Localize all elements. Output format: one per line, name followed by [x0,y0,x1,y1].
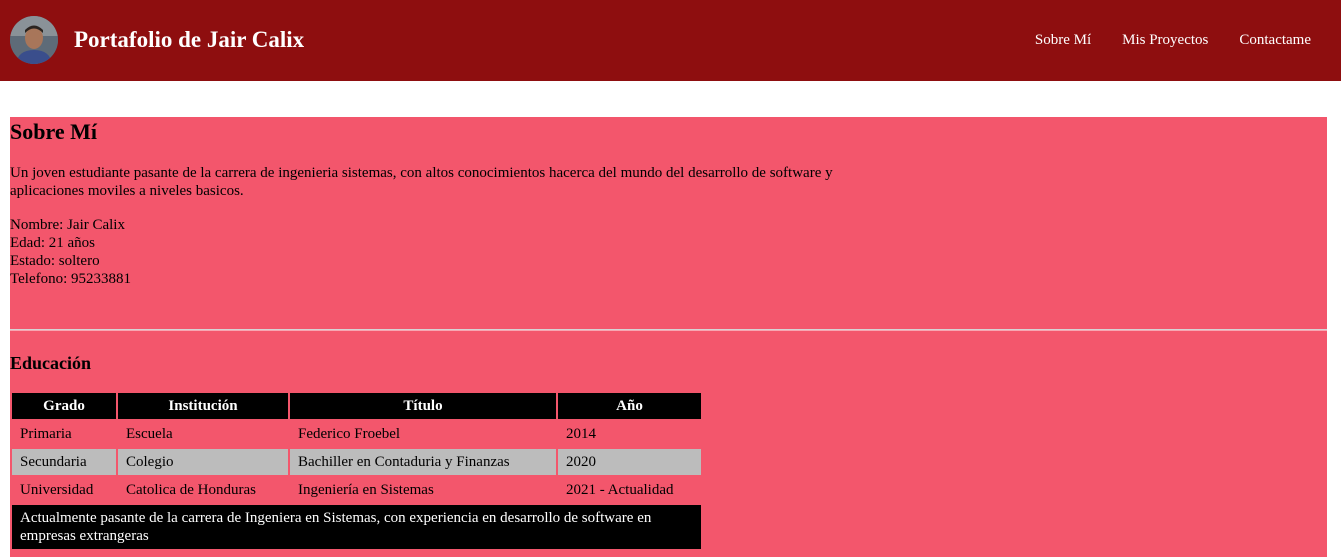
main-nav: Sobre Mí Mis Proyectos Contactame [1004,30,1311,50]
nav-link-contactame[interactable]: Contactame [1239,30,1311,50]
nav-link-mis-proyectos[interactable]: Mis Proyectos [1122,30,1208,50]
info-status: Estado: soltero [10,253,100,269]
avatar [10,16,58,64]
info-age: Edad: 21 años [10,235,95,251]
column-header-institucion: Institución [118,393,288,419]
table-cell: Universidad [20,481,94,498]
education-note: Actualmente pasante de la carrera de Ing… [12,505,701,549]
personal-info: Nombre: Jair Calix Edad: 21 años Estado:… [10,216,131,288]
about-title: Sobre Mí [10,119,97,144]
table-cell: 2020 [558,449,701,475]
table-cell: 2014 [566,425,596,442]
table-note-row: Actualmente pasante de la carrera de Ing… [12,505,701,549]
info-name: Nombre: Jair Calix [10,217,125,233]
site-header: Portafolio de Jair Calix Sobre Mí Mis Pr… [0,0,1341,81]
table-header-row: Grado Institución Título Año [12,393,701,419]
table-cell: Ingeniería en Sistemas [298,481,434,498]
education-table: Grado Institución Título Año Primaria Es… [10,391,703,551]
about-description: Un joven estudiante pasante de la carrer… [10,165,833,199]
table-cell: Escuela [126,425,173,442]
site-title: Portafolio de Jair Calix [74,27,305,52]
section-divider [10,329,1327,331]
column-header-titulo: Título [290,393,556,419]
table-cell: Colegio [118,449,288,475]
profile-photo-icon [10,16,58,64]
table-row: Universidad Catolica de Honduras Ingenie… [12,477,701,503]
table-cell: Catolica de Honduras [126,481,256,498]
table-cell: Secundaria [12,449,116,475]
column-header-anio: Año [558,393,701,419]
table-cell: Bachiller en Contaduria y Finanzas [290,449,556,475]
table-row: Secundaria Colegio Bachiller en Contadur… [12,449,701,475]
table-row: Primaria Escuela Federico Froebel 2014 [12,421,701,447]
about-section: Sobre Mí Un joven estudiante pasante de … [10,117,1327,557]
education-title: Educación [10,353,92,373]
nav-link-sobre-mi[interactable]: Sobre Mí [1035,30,1091,50]
table-cell: Federico Froebel [298,425,401,442]
table-cell: Primaria [20,425,72,442]
column-header-grado: Grado [12,393,116,419]
table-cell: 2021 - Actualidad [566,481,674,498]
info-phone: Telefono: 95233881 [10,271,132,287]
